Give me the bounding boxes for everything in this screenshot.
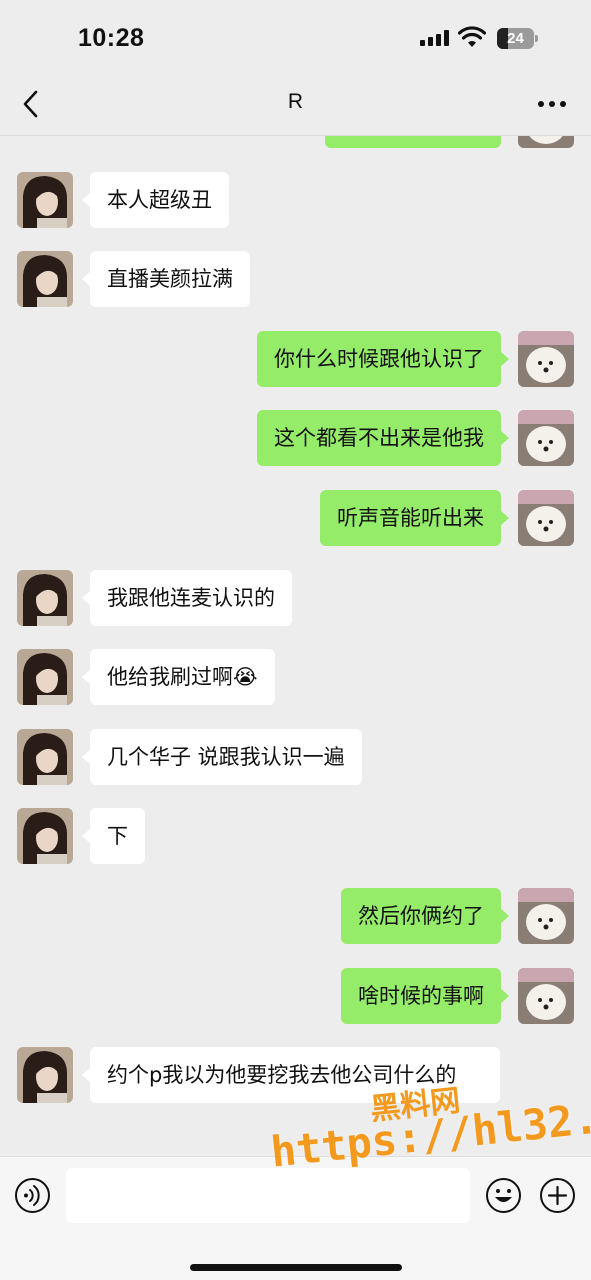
dog-avatar[interactable] [518,136,574,148]
battery-icon: 24 [497,28,539,49]
voice-icon[interactable] [14,1177,51,1214]
dog-avatar[interactable] [518,410,574,466]
message-bubble[interactable]: 听声音能听出来 [320,490,509,546]
message-row: 这个都看不出来是他我 [0,410,591,468]
girl-avatar[interactable] [17,570,73,626]
nav-bar: R [0,72,591,136]
message-bubble[interactable]: 本人超级丑 [82,172,229,228]
girl-avatar[interactable] [17,729,73,785]
chat-title: R [287,90,304,113]
message-bubble[interactable]: 啥时候的事啊 [341,968,509,1024]
message-bubble[interactable]: 直播美颜拉满 [82,251,250,307]
message-list[interactable]: 本人超级丑 直播美颜拉满 你什么时候跟他认识了 这个都看不出来是他我 听声音能听… [0,136,591,1156]
message-row: 直播美颜拉满 [0,251,591,309]
message-bubble[interactable]: 这个都看不出来是他我 [257,410,509,466]
girl-avatar[interactable] [17,649,73,705]
input-bar [0,1156,591,1280]
message-row: 啥时候的事啊 [0,968,591,1026]
girl-avatar[interactable] [17,808,73,864]
message-row: 听声音能听出来 [0,490,591,548]
message-bubble[interactable]: 你什么时候跟他认识了 [257,331,509,387]
message-bubble[interactable]: 下 [82,808,145,864]
home-indicator [190,1264,402,1271]
message-row: 本人超级丑 [0,172,591,230]
girl-avatar[interactable] [17,251,73,307]
smiley-icon[interactable] [485,1177,522,1214]
message-row: 约个p我以为他要挖我去他公司什么的 [0,1047,591,1137]
message-bubble[interactable]: 我跟他连麦认识的 [82,570,292,626]
status-bar: 10:28 24 [0,0,591,72]
girl-avatar[interactable] [17,1047,73,1103]
message-row: 几个华子 说跟我认识一遍 [0,729,591,787]
dog-avatar[interactable] [518,968,574,1024]
message-bubble[interactable]: 几个华子 说跟我认识一遍 [82,729,362,785]
battery-level: 24 [507,30,524,47]
message-row: 他给我刷过啊😭 [0,649,591,707]
girl-avatar[interactable] [17,172,73,228]
message-row: 然后你俩约了 [0,888,591,946]
dog-avatar[interactable] [518,331,574,387]
message-row: 我跟他连麦认识的 [0,570,591,628]
message-input[interactable] [66,1168,470,1223]
message-bubble[interactable]: 然后你俩约了 [341,888,509,944]
signal-icon [420,30,450,46]
ellipsis-icon[interactable] [536,96,568,112]
wifi-icon [458,26,486,47]
message-row: 你什么时候跟他认识了 [0,331,591,389]
message-bubble[interactable]: 约个p我以为他要挖我去他公司什么的 [82,1047,500,1103]
status-time: 10:28 [78,24,145,52]
partial-message-bubble [325,136,501,148]
dog-avatar[interactable] [518,490,574,546]
message-bubble[interactable]: 他给我刷过啊😭 [82,649,275,705]
plus-circle-icon[interactable] [539,1177,576,1214]
message-row: 下 [0,808,591,866]
dog-avatar[interactable] [518,888,574,944]
